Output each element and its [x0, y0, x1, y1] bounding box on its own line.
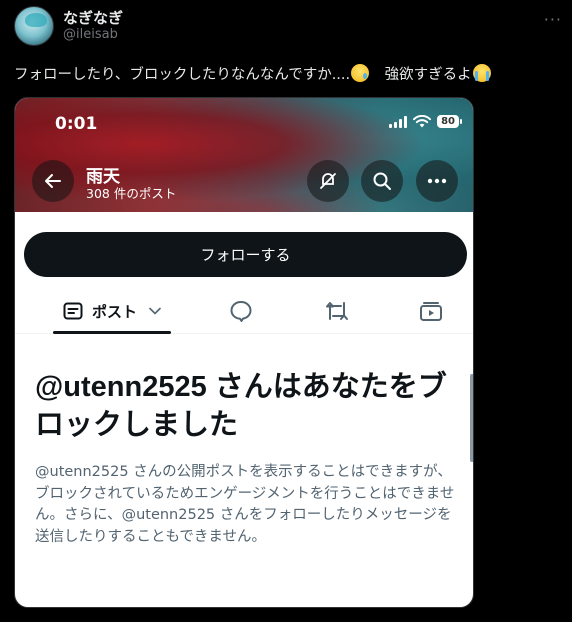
wifi-icon: [413, 115, 432, 128]
username-handle[interactable]: @ileisab: [63, 27, 123, 43]
tab-replies[interactable]: [223, 288, 259, 334]
active-tab-indicator: [53, 331, 171, 334]
attached-screenshot[interactable]: 0:01 80 雨天 308 件のポスト フォローする ポスト @utenn25…: [14, 97, 474, 608]
tweet-text-part-1: フォローしたり、ブロックしたりなんなんですか....: [14, 67, 351, 83]
tweet-text-part-2: 強欲すぎるよ: [370, 67, 472, 83]
more-options-icon[interactable]: ···: [544, 10, 562, 29]
blocked-title: @utenn2525 さんはあなたをブロックしました: [35, 371, 447, 441]
blocked-description: @utenn2525 さんの公開ポストを表示することはできますが、ブロックされて…: [35, 464, 455, 545]
status-bar-icons: 80: [389, 115, 462, 128]
notification-slash-icon: [320, 173, 336, 189]
follow-button[interactable]: フォローする: [24, 232, 467, 277]
loudly-crying-face-icon: [472, 64, 491, 82]
scrollbar[interactable]: [470, 374, 473, 462]
tab-reposts[interactable]: [317, 288, 357, 334]
status-bar-time: 0:01: [55, 114, 98, 134]
reply-icon: [230, 301, 252, 322]
tweet-author[interactable]: なぎなぎ @ileisab: [14, 6, 123, 46]
notifications-off-button[interactable]: [307, 160, 349, 202]
search-button[interactable]: [361, 160, 403, 202]
search-icon: [373, 172, 391, 190]
posts-icon: [63, 302, 83, 320]
arrow-left-icon: [45, 174, 61, 188]
tab-posts[interactable]: ポスト: [53, 288, 171, 334]
tab-posts-label: ポスト: [91, 302, 137, 321]
avatar[interactable]: [14, 6, 54, 46]
face-holding-back-tears-icon: [351, 64, 370, 82]
display-name[interactable]: なぎなぎ: [63, 9, 123, 28]
back-button[interactable]: [32, 160, 74, 202]
tweet-text: フォローしたり、ブロックしたりなんなんですか.... 強欲すぎるよ: [14, 63, 492, 84]
author-names: なぎなぎ @ileisab: [63, 9, 123, 44]
repost-icon: [326, 302, 348, 320]
post-count: 308 件のポスト: [86, 186, 177, 201]
ellipsis-icon: [427, 178, 447, 184]
cellular-signal-icon: [389, 115, 408, 128]
more-menu-button[interactable]: [416, 160, 458, 202]
media-icon: [420, 302, 442, 321]
profile-tabs: ポスト: [15, 288, 473, 334]
battery-indicator: 80: [437, 115, 462, 128]
tab-media[interactable]: [413, 288, 449, 334]
chevron-down-icon: [149, 307, 161, 315]
